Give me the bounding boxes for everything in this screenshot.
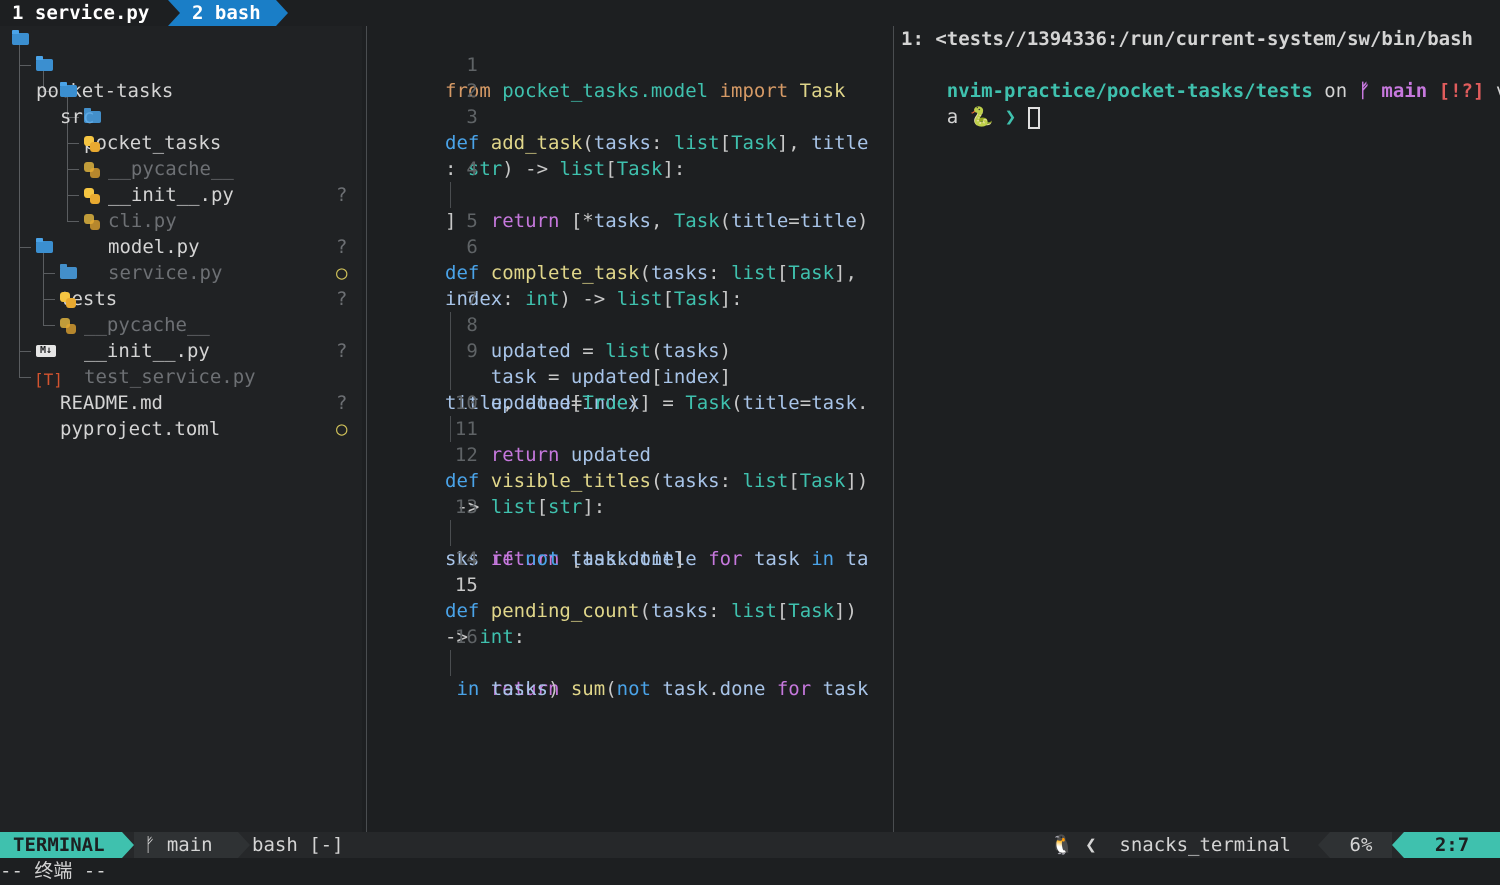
folder-open-icon <box>36 56 53 71</box>
buffer-name: bash [-] <box>252 834 344 856</box>
tree-item-label: pyproject.toml <box>60 418 221 440</box>
code-line: : str) -> list[Task]: <box>368 104 892 180</box>
folder-open-icon <box>36 238 53 253</box>
code-line: title, done=True) <box>368 338 892 414</box>
prompt-branch: main <box>1369 80 1428 102</box>
statusline: TERMINAL ᚠ main bash [-] 🐧 ❮ snacks_term… <box>0 832 1500 858</box>
tab-separator <box>168 0 180 26</box>
markdown-file-icon: M↓ <box>36 345 56 357</box>
tree-item-pyproject[interactable]: [T] pyproject.toml <box>0 364 362 440</box>
toml-file-icon: [T] <box>34 370 63 389</box>
terminal-pane[interactable]: 1: <tests//1394336:/run/current-system/s… <box>895 26 1500 832</box>
tree-item-root[interactable]: pocket-tasks <box>0 26 362 102</box>
code-line: 11 <box>368 390 892 440</box>
folder-open-icon <box>12 30 29 45</box>
tree-item-service-py[interactable]: service.py ? <box>0 208 362 310</box>
window-separator <box>893 26 894 832</box>
git-branch-icon: ᚠ <box>1358 80 1370 102</box>
code-line: 2 <box>368 52 892 102</box>
tree-item-init-py[interactable]: __init__.py <box>0 130 362 206</box>
code-line: 16 return sum(not task.done for task <box>368 598 892 700</box>
tree-item-pycache[interactable]: __pycache__ ? <box>0 104 362 206</box>
filetype: 🐧 ❮ snacks_terminal <box>1050 834 1291 856</box>
python-file-icon <box>60 292 76 308</box>
tree-item-test-service-py[interactable]: test_service.py ? <box>0 312 362 414</box>
tree-item-readme[interactable]: M↓ README.md ○ <box>0 338 362 440</box>
python-file-icon <box>84 214 100 230</box>
tree-item-cli-py[interactable]: cli.py ? <box>0 156 362 258</box>
code-line: ] <box>368 156 892 232</box>
tab-service-py[interactable]: 1 service.py <box>0 0 168 26</box>
code-text: in tasks) <box>456 678 560 700</box>
terminal-input-line[interactable]: a 🐍 ❯ <box>901 78 1040 129</box>
code-line: 7 updated = list(tasks) <box>368 260 892 362</box>
prompt-via: vi <box>1484 80 1500 102</box>
command-line[interactable]: -- 终端 -- <box>0 858 1500 885</box>
code-line: 5 <box>368 182 892 232</box>
tree-item-tests-init-py[interactable]: __init__.py <box>0 286 362 362</box>
git-status-badge: ? <box>336 392 348 414</box>
python-file-icon <box>84 136 100 152</box>
indent-guide <box>450 650 451 676</box>
code-line: in tasks) <box>368 624 892 700</box>
code-line: 12 def visible_titles(tasks: list[Task]) <box>368 416 892 492</box>
python-file-icon <box>60 318 76 334</box>
code-line: sks if not task.done] <box>368 494 892 570</box>
git-branch: ᚠ main <box>134 832 238 858</box>
code-line: 1 from pocket_tasks.model import Task <box>368 26 892 102</box>
prompt-chevron: ❯ <box>993 106 1028 128</box>
code-line: 3 def add_task(tasks: list[Task], title <box>368 78 892 154</box>
code-line: 6 def complete_task(tasks: list[Task], <box>368 208 892 284</box>
python-icon: 🐍 <box>969 106 994 128</box>
python-file-icon <box>84 162 100 178</box>
prompt-git-flags: [!?] <box>1427 80 1485 102</box>
code-line: 8 task = updated[index] <box>368 286 892 388</box>
statusline-separator <box>1318 832 1330 858</box>
code-line: 13 return [task.title for task in ta <box>368 468 892 570</box>
mode-indicator: TERMINAL <box>0 832 122 858</box>
folder-icon <box>84 108 101 123</box>
cursor-position: 2:7 <box>1404 832 1500 858</box>
folder-icon <box>60 264 77 279</box>
terminal-title-line: 1: <tests//1394336:/run/current-system/s… <box>901 28 1473 50</box>
terminal-cursor <box>1027 106 1040 129</box>
tabline: 1 service.py 2 bash <box>0 0 1500 26</box>
tab-separator <box>276 0 288 26</box>
prompt-prefix: a <box>946 106 970 128</box>
tree-item-label: README.md <box>60 392 163 414</box>
code-line: 9 updated[index] = Task(title=task. <box>368 312 892 414</box>
tab-bash[interactable]: 2 bash <box>168 0 276 26</box>
code-line: index: int) -> list[Task]: <box>368 234 892 310</box>
code-line: 10 return updated <box>368 364 892 466</box>
python-file-icon <box>84 188 100 204</box>
code-line: 15 def pending_count(tasks: list[Task]) <box>368 546 892 622</box>
statusline-separator <box>122 832 134 858</box>
tree-item-tests-pycache[interactable]: __pycache__ ? <box>0 260 362 362</box>
code-line: 4 return [*tasks, Task(title=title) <box>368 130 892 232</box>
code-editor[interactable]: 1 from pocket_tasks.model import Task 2 … <box>368 26 892 832</box>
prompt-on: on <box>1312 80 1359 102</box>
code-line: -> int: <box>368 572 892 648</box>
terminal-prompt-line: nvim-practice/pocket-tasks/tests on ᚠ ma… <box>901 52 1500 102</box>
window-separator <box>366 26 367 832</box>
statusline-separator <box>1392 832 1404 858</box>
file-explorer: pocket-tasks src pocket_tasks __pycache_… <box>0 26 362 832</box>
code-line: 14 <box>368 520 892 570</box>
tree-item-tests[interactable]: tests <box>0 234 362 310</box>
code-line: -> list[str]: <box>368 442 892 518</box>
tree-item-pocket-tasks[interactable]: pocket_tasks <box>0 78 362 154</box>
statusline-separator <box>238 832 250 858</box>
tree-item-src[interactable]: src <box>0 52 362 128</box>
scroll-percent: 6% <box>1330 832 1392 858</box>
tree-item-model-py[interactable]: model.py ○ <box>0 182 362 284</box>
git-status-badge: ○ <box>336 418 348 440</box>
folder-open-icon <box>60 82 77 97</box>
